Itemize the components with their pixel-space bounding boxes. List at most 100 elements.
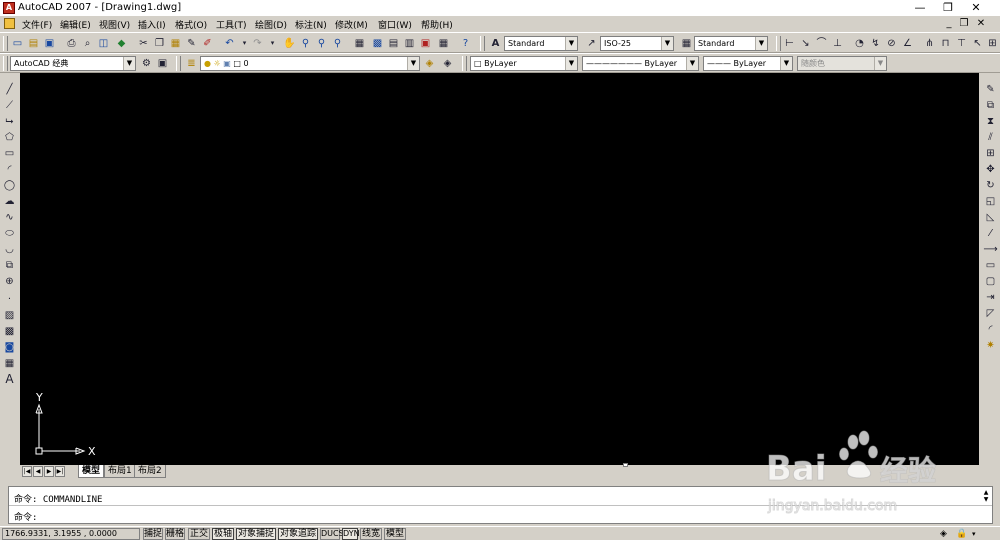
extend-icon[interactable]: ⟶ — [983, 242, 998, 257]
close-button[interactable]: ✕ — [961, 0, 991, 16]
tool-palettes-icon[interactable]: ▤ — [386, 36, 401, 51]
otrack-toggle[interactable]: 对象追踪 — [278, 528, 318, 540]
model-space-toggle[interactable]: 模型 — [384, 528, 406, 540]
toolbar-lock-icon[interactable]: 🔒 — [956, 528, 968, 540]
menu-dimension[interactable]: 标注(N) — [295, 18, 327, 31]
menu-view[interactable]: 视图(V) — [99, 18, 130, 31]
workspace-select[interactable]: AutoCAD 经典 ▼ — [10, 56, 136, 71]
coordinate-display[interactable]: 1766.9331, 3.1955 , 0.0000 — [2, 528, 140, 540]
polygon-icon[interactable]: ⬠ — [2, 130, 17, 145]
menu-file[interactable]: 文件(F) — [22, 18, 52, 31]
erase-icon[interactable]: ✎ — [983, 82, 998, 97]
tab-layout1[interactable]: 布局1 — [104, 465, 136, 478]
toolbar-grip[interactable] — [776, 36, 781, 51]
ellipse-icon[interactable]: ⬭ — [2, 226, 17, 241]
ortho-toggle[interactable]: 正交 — [188, 528, 210, 540]
table-style-icon[interactable]: ▦ — [679, 36, 694, 51]
status-menu-arrow-icon[interactable]: ▾ — [972, 528, 982, 540]
dim-style-icon[interactable]: ↗ — [584, 36, 599, 51]
tab-model[interactable]: 模型 — [78, 465, 105, 478]
quick-leader-icon[interactable]: ↖ — [970, 36, 985, 51]
point-icon[interactable]: · — [2, 292, 17, 307]
layer-select[interactable]: ● ☼ ▣ □ 0 ▼ — [200, 56, 420, 71]
autocad-app-icon[interactable]: A — [3, 2, 15, 14]
radius-dimension-icon[interactable]: ◔ — [852, 36, 867, 51]
document-icon[interactable] — [4, 18, 15, 29]
linear-dimension-icon[interactable]: ⊢ — [782, 36, 797, 51]
plot-preview-icon[interactable]: ⌕ — [80, 36, 95, 51]
revision-cloud-icon[interactable]: ☁ — [2, 194, 17, 209]
aligned-dimension-icon[interactable]: ↘ — [798, 36, 813, 51]
rotate-icon[interactable]: ↻ — [983, 178, 998, 193]
copy-object-icon[interactable]: ⧉ — [983, 98, 998, 113]
arc-icon[interactable]: ◜ — [2, 162, 17, 177]
rectangle-icon[interactable]: ▭ — [2, 146, 17, 161]
stretch-icon[interactable]: ◺ — [983, 210, 998, 225]
workspace-save-icon[interactable]: ▣ — [155, 56, 170, 71]
block-editor-icon[interactable]: ✐ — [200, 36, 215, 51]
table-style-select[interactable]: Standard ▼ — [694, 36, 768, 51]
zoom-window-icon[interactable]: ⚲ — [314, 36, 329, 51]
redo-dropdown-icon[interactable]: ▾ — [265, 36, 280, 51]
menu-modify[interactable]: 修改(M) — [335, 18, 368, 31]
command-scroll-arrows[interactable]: ▲ ▼ — [981, 489, 991, 503]
menu-help[interactable]: 帮助(H) — [421, 18, 453, 31]
angular-dimension-icon[interactable]: ∠ — [900, 36, 915, 51]
restore-button[interactable]: ❐ — [933, 0, 963, 16]
undo-icon[interactable]: ↶ — [222, 36, 237, 51]
design-center-icon[interactable]: ▩ — [370, 36, 385, 51]
pan-icon[interactable]: ✋ — [282, 36, 297, 51]
gradient-icon[interactable]: ▩ — [2, 324, 17, 339]
mirror-icon[interactable]: ⧗ — [983, 114, 998, 129]
publish-icon[interactable]: ◫ — [96, 36, 111, 51]
quick-dimension-icon[interactable]: ⋔ — [922, 36, 937, 51]
ellipse-arc-icon[interactable]: ◡ — [2, 242, 17, 257]
color-control-select[interactable]: □ ByLayer ▼ — [470, 56, 578, 71]
jogged-dimension-icon[interactable]: ↯ — [868, 36, 883, 51]
ordinate-dimension-icon[interactable]: ⊥ — [830, 36, 845, 51]
make-block-icon[interactable]: ⊕ — [2, 274, 17, 289]
mdi-restore-button[interactable]: ❐ — [957, 18, 971, 30]
make-object-layer-current-icon[interactable]: ◈ — [422, 56, 437, 71]
arc-length-icon[interactable]: ⌒ — [814, 36, 829, 51]
line-icon[interactable]: ╱ — [2, 82, 17, 97]
toolbar-grip[interactable] — [480, 36, 485, 51]
mdi-minimize-button[interactable]: _ — [942, 18, 956, 30]
circle-icon[interactable]: ◯ — [2, 178, 17, 193]
drawing-canvas[interactable]: Y X — [20, 73, 979, 465]
hatch-icon[interactable]: ▨ — [2, 308, 17, 323]
menu-insert[interactable]: 插入(I) — [138, 18, 166, 31]
menu-window[interactable]: 窗口(W) — [378, 18, 412, 31]
tab-layout2[interactable]: 布局2 — [134, 465, 166, 478]
workspace-settings-icon[interactable]: ⚙ — [139, 56, 154, 71]
toolbar-grip[interactable] — [176, 56, 181, 71]
save-icon[interactable]: ▣ — [42, 36, 57, 51]
menu-draw[interactable]: 绘图(D) — [255, 18, 287, 31]
fillet-icon[interactable]: ◜ — [983, 322, 998, 337]
dim-style-select[interactable]: ISO-25 ▼ — [600, 36, 674, 51]
tolerance-icon[interactable]: ⊞ — [985, 36, 1000, 51]
dyn-toggle[interactable]: DYN — [342, 528, 360, 540]
open-icon[interactable]: ▤ — [26, 36, 41, 51]
layer-previous-icon[interactable]: ◈ — [440, 56, 455, 71]
lineweight-control-select[interactable]: ——— ByLayer ▼ — [703, 56, 793, 71]
toolbar-grip[interactable] — [3, 56, 8, 71]
trim-icon[interactable]: ⁄ — [983, 226, 998, 241]
command-prompt[interactable]: 命令: — [14, 510, 37, 523]
first-tab-button[interactable]: |◀ — [22, 466, 32, 477]
continue-dimension-icon[interactable]: ⊤ — [954, 36, 969, 51]
insert-block-icon[interactable]: ⧉ — [2, 258, 17, 273]
construction-line-icon[interactable]: ⟋ — [2, 98, 17, 113]
zoom-previous-icon[interactable]: ⚲ — [330, 36, 345, 51]
match-properties-icon[interactable]: ✎ — [184, 36, 199, 51]
offset-icon[interactable]: ⫽ — [983, 130, 998, 145]
minimize-button[interactable]: — — [905, 0, 935, 16]
copy-icon[interactable]: ❐ — [152, 36, 167, 51]
prev-tab-button[interactable]: ◀ — [33, 466, 43, 477]
lineweight-toggle[interactable]: 线宽 — [360, 528, 382, 540]
chamfer-icon[interactable]: ◸ — [983, 306, 998, 321]
explode-icon[interactable]: ✷ — [983, 338, 998, 353]
table-icon[interactable]: ▦ — [2, 356, 17, 371]
text-style-icon[interactable]: A — [488, 36, 503, 51]
markup-set-manager-icon[interactable]: ▣ — [418, 36, 433, 51]
